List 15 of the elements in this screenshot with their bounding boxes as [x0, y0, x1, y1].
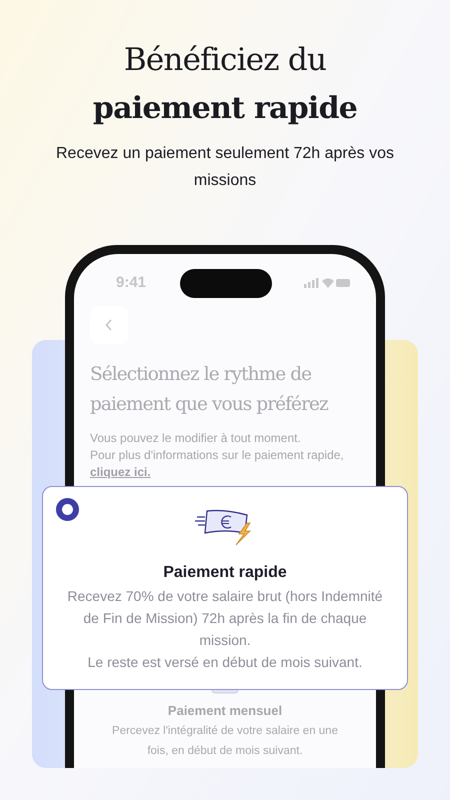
option-description: Percevez l'intégralité de votre salaire en une fois, en début de mois suivant.	[111, 724, 339, 758]
option-title: Paiement mensuel	[168, 702, 282, 720]
status-icons	[304, 277, 350, 289]
option-title: Paiement rapide	[163, 563, 287, 583]
radio-button[interactable]	[56, 498, 79, 521]
subtitle: Recevez un paiement seulement 72h après vos missions	[55, 144, 395, 191]
screen-title: Sélectionnez le rythme de paiement que vous préférez	[90, 363, 329, 417]
chevron-left-icon	[105, 319, 113, 331]
option-description: Le reste est versé en début de mois suivant.	[86, 653, 364, 672]
helper-text: Pour plus d'informations sur le paiement rapide,	[90, 447, 345, 464]
option-description: Recevez 70% de votre salaire brut (hors Indemnité de Fin de Mission) 72h après la fin de chaque mission.	[66, 587, 384, 650]
option-card[interactable]: Paiement rapide Recevez 70% de votre salaire brut (hors Indemnité de Fin de Mission) 72h après la fin de chaque mission. Le reste est versé en début de mois suivant.	[42, 486, 408, 690]
headline: paiement rapide	[92, 90, 358, 128]
headline: Bénéficiez du	[124, 41, 326, 80]
helper-text: Vous pouvez le modifier à tout moment.	[90, 430, 302, 447]
